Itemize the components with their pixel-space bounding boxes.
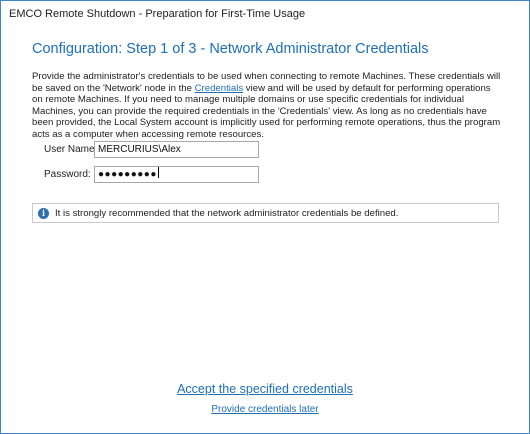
provide-later-link[interactable]: Provide credentials later — [1, 404, 529, 415]
description-text: Provide the administrator's credentials … — [32, 71, 502, 140]
password-mask: ●●●●●●●●● — [98, 169, 157, 180]
username-field[interactable]: MERCURIUS\Alex — [94, 141, 259, 158]
window-title: EMCO Remote Shutdown - Preparation for F… — [1, 1, 529, 29]
page-title: Configuration: Step 1 of 3 - Network Adm… — [32, 41, 429, 57]
info-text: It is strongly recommended that the netw… — [55, 207, 399, 219]
credentials-link[interactable]: Credentials — [195, 83, 244, 94]
accept-credentials-link[interactable]: Accept the specified credentials — [1, 382, 529, 396]
username-label: User Name: — [44, 144, 98, 155]
wizard-content: Configuration: Step 1 of 3 - Network Adm… — [1, 29, 529, 433]
info-notice: i It is strongly recommended that the ne… — [32, 203, 499, 223]
text-caret — [157, 167, 159, 178]
info-icon: i — [38, 207, 49, 219]
password-label: Password: — [44, 169, 91, 180]
password-field[interactable]: ●●●●●●●●● — [94, 166, 259, 183]
dialog-window: EMCO Remote Shutdown - Preparation for F… — [0, 0, 530, 434]
